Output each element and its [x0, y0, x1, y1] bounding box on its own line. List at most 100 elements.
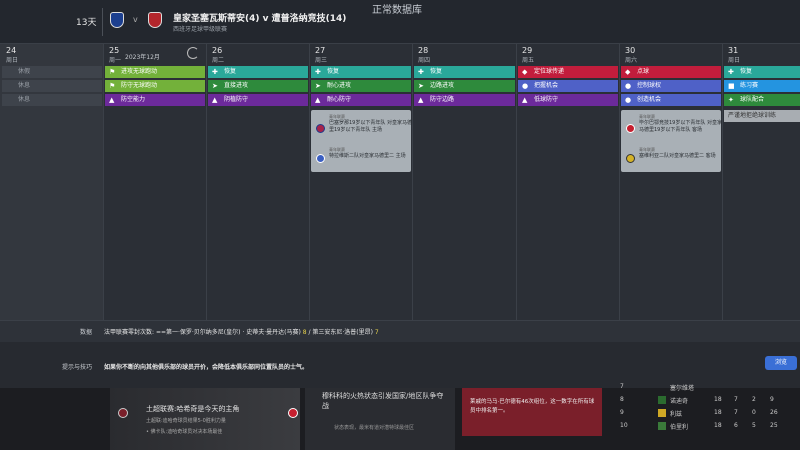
table-team: 塞尔维塔 — [670, 385, 695, 392]
fixture-competition: 青年联赛 — [329, 114, 345, 119]
training-slot[interactable]: ⚑ 进攻无球跑动 — [105, 66, 205, 78]
table-pos: 10 — [620, 422, 628, 429]
slot-label: 耐心防守 — [327, 96, 352, 103]
table-row[interactable]: 9 利兹 18 7 0 26 — [612, 409, 800, 419]
table-played: 18 — [714, 422, 722, 429]
training-slot[interactable]: ■ 练习赛 — [724, 80, 800, 92]
fixture-text: 特拉维斯二队对皇家马德里二 主场 — [329, 153, 406, 159]
training-slot[interactable]: ✚ 恢复 — [414, 66, 515, 78]
training-slot[interactable]: ● 创造机会 — [621, 94, 721, 106]
day-header[interactable]: 30 周六 — [619, 44, 722, 66]
day-header[interactable]: 24 周日 — [0, 44, 103, 66]
table-won: 7 — [734, 396, 738, 403]
fixture-card[interactable]: 青年联赛 巴塞罗那19岁以下青年队 对皇家马德里19岁以下青年队 主场 青年联赛… — [311, 110, 412, 172]
training-slot[interactable]: ● 控制球权 — [621, 80, 721, 92]
training-slot[interactable]: ➤ 边路进攻 — [414, 80, 515, 92]
day-header[interactable]: 25 周一 2023年12月 — [103, 44, 206, 66]
news-headline[interactable]: 土超联赛:哈希奇是今天的主角 — [146, 404, 239, 414]
table-row[interactable]: 7 塞尔维塔 — [612, 383, 800, 393]
training-slot[interactable]: 休息 — [2, 80, 102, 92]
training-slot[interactable]: ▲ 阴植防守 — [208, 94, 308, 106]
slot-label: 练习赛 — [740, 82, 759, 89]
table-row[interactable]: 10 伯里利 18 6 5 25 — [612, 422, 800, 432]
day-header[interactable]: 31 周日 — [722, 44, 800, 66]
training-slot[interactable]: ➤ 耐心进攻 — [311, 80, 411, 92]
training-defense-icon: ▲ — [315, 96, 321, 104]
fixture-card[interactable]: 青年联赛 毕尔巴鄂竞技19岁以下青年队 对皇家马德里19岁以下青年队 客场 青年… — [621, 110, 722, 172]
training-run-icon: ⚑ — [109, 68, 116, 76]
training-slot[interactable]: ✦ 球队配合 — [724, 94, 800, 106]
tips-row: 提示与技巧 如果你不断的向其他俱乐部的球员开价，会降低本俱乐部同位置队员的士气。… — [0, 342, 800, 388]
training-slot[interactable]: 严谨地拒绝球训练 — [724, 110, 800, 122]
news-headline[interactable]: 莱戚的马马·巴尔德有46次组位，这一数字在所有球员中排名第一。 — [470, 398, 598, 416]
recovery-icon: ✚ — [212, 68, 218, 76]
club-crest-icon — [658, 422, 666, 430]
table-team: 利兹 — [670, 411, 683, 418]
slot-label: 休息 — [18, 82, 31, 89]
day-header[interactable]: 28 周四 — [412, 44, 516, 66]
club-crest-icon — [316, 124, 325, 133]
table-played: 18 — [714, 396, 722, 403]
tips-text: 如果你不断的向其他俱乐部的球员开价，会降低本俱乐部同位置队员的士气。 — [104, 364, 309, 371]
table-drawn: 2 — [752, 396, 756, 403]
teamwork-icon: ✦ — [728, 96, 734, 104]
training-slot[interactable]: ▲ 防空能力 — [105, 94, 205, 106]
slot-label: 恢复 — [740, 68, 753, 75]
training-slot[interactable]: ● 把握机会 — [518, 80, 618, 92]
stats-text: 法甲联赛零封次数: ==第一·保罗·贝尔纳多尼(皇尔) · 史蒂夫·曼丹达(马赛… — [104, 327, 379, 336]
slot-label: 休假 — [18, 68, 31, 75]
training-slot[interactable]: ✚ 恢复 — [724, 66, 800, 78]
day-header[interactable]: 29 周五 — [516, 44, 619, 66]
training-slot[interactable]: ✚ 恢复 — [208, 66, 308, 78]
match-title[interactable]: 皇家圣塞瓦斯蒂安(4) v 遭普洛纳竞技(14) — [173, 11, 346, 24]
recovery-icon: ✚ — [418, 68, 424, 76]
stats-text-b[interactable]: / 第三安东尼·洛普(里昂) — [307, 329, 375, 336]
table-points: 25 — [770, 422, 778, 429]
day-weekday: 周四 — [418, 57, 431, 64]
day-header[interactable]: 27 周三 — [309, 44, 412, 66]
days-left: 13天 — [76, 18, 97, 28]
home-crest-icon[interactable] — [110, 12, 124, 28]
competition-name[interactable]: 西班牙足球甲级联赛 — [173, 24, 227, 33]
slot-label: 阴植防守 — [224, 96, 249, 103]
club-crest-icon — [316, 154, 325, 163]
training-slot[interactable]: 休息 — [2, 94, 102, 106]
slot-label: 创造机会 — [637, 96, 662, 103]
slot-label: 休息 — [18, 96, 31, 103]
day-header[interactable]: 26 周二 — [206, 44, 309, 66]
club-crest-icon — [118, 408, 128, 418]
table-row[interactable]: 8 诺迪奇 18 7 2 9 — [612, 396, 800, 406]
day-weekday: 周五 — [522, 57, 535, 64]
column-separator — [516, 44, 517, 320]
refresh-icon[interactable] — [187, 47, 199, 59]
slot-label: 防守无球跑动 — [121, 82, 158, 89]
away-crest-icon[interactable] — [148, 12, 162, 28]
day-weekday: 周一 — [109, 57, 122, 64]
training-slot[interactable]: ▲ 低球防守 — [518, 94, 618, 106]
training-slot[interactable]: ⚑ 防守无球跑动 — [105, 80, 205, 92]
training-slot[interactable]: 休假 — [2, 66, 102, 78]
table-team: 诺迪奇 — [670, 398, 689, 405]
browse-button[interactable]: 浏览 — [765, 356, 797, 370]
table-points: 26 — [770, 409, 778, 416]
training-slot[interactable]: ▲ 耐心防守 — [311, 94, 411, 106]
training-slot[interactable]: ➤ 直接进攻 — [208, 80, 308, 92]
news-headline[interactable]: 穆科科的火热状态引发国家/地区队争夺战 — [322, 391, 447, 411]
training-slot[interactable]: ◆ 点球 — [621, 66, 721, 78]
match-practice-icon: ■ — [728, 82, 735, 90]
training-attack-icon: ➤ — [315, 82, 321, 90]
news-summary: • 佛卡队:迪哈奇球员对决本场最佳 — [146, 429, 223, 435]
stats-value: 7 — [374, 329, 379, 336]
column-separator — [412, 44, 413, 320]
screen-title: 正常数据库 — [372, 5, 422, 16]
training-slot[interactable]: ◆ 定位球传递 — [518, 66, 618, 78]
table-pos: 8 — [620, 396, 624, 403]
training-slot[interactable]: ▲ 防守边路 — [414, 94, 515, 106]
training-defense-icon: ▲ — [109, 96, 115, 104]
slot-label: 定位球传递 — [534, 68, 565, 75]
training-slot[interactable]: ✚ 恢复 — [311, 66, 411, 78]
slot-label: 严谨地拒绝球训练 — [728, 112, 777, 119]
day-number: 28 — [418, 46, 429, 55]
stats-label: 数据 — [80, 329, 93, 336]
stats-text-a[interactable]: ==第一·保罗·贝尔纳多尼(皇尔) · 史蒂夫·曼丹达(马赛) — [156, 329, 303, 336]
